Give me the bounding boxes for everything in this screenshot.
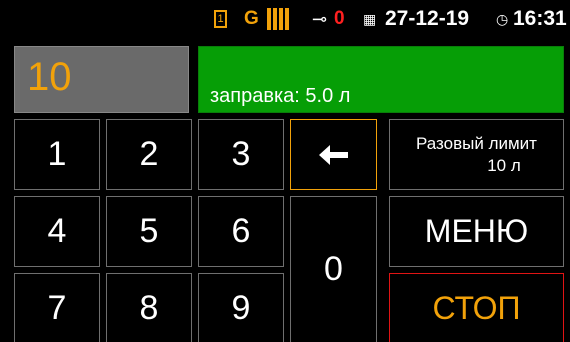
single-limit-value: 10 л <box>487 155 521 175</box>
network-type: G <box>244 8 259 29</box>
error-count: 0 <box>334 8 345 29</box>
power-plug-icon: ⊸ <box>312 8 328 29</box>
clock-icon: ◷ <box>496 10 509 27</box>
calendar-icon: ▦ <box>363 10 377 27</box>
status-bar: 1 G ⊸ 0 ▦ 27-12-19 ◷ 16:31 <box>0 0 570 38</box>
key-5[interactable]: 5 <box>106 196 192 267</box>
status-date: 27-12-19 <box>385 7 470 30</box>
refuel-info-panel: заправка: 5.0 л <box>198 46 564 113</box>
key-4[interactable]: 4 <box>14 196 100 267</box>
single-limit-button[interactable]: Разовый лимит 10 л <box>389 119 564 190</box>
key-9[interactable]: 9 <box>198 273 284 342</box>
key-7[interactable]: 7 <box>14 273 100 342</box>
single-limit-label: Разовый лимит <box>416 133 537 153</box>
key-6[interactable]: 6 <box>198 196 284 267</box>
sim-card-icon: 1 <box>214 10 227 28</box>
stop-button[interactable]: СТОП <box>389 273 564 342</box>
refuel-message: заправка: 5.0 л <box>210 85 351 107</box>
key-1[interactable]: 1 <box>14 119 100 190</box>
key-8[interactable]: 8 <box>106 273 192 342</box>
menu-button[interactable]: МЕНЮ <box>389 196 564 267</box>
key-0[interactable]: 0 <box>290 196 377 342</box>
quantity-value: 10 <box>27 55 72 99</box>
status-time: 16:31 <box>513 7 567 30</box>
signal-bars-icon <box>267 8 291 30</box>
quantity-display: 10 <box>14 46 189 113</box>
backspace-button[interactable] <box>290 119 377 190</box>
key-2[interactable]: 2 <box>106 119 192 190</box>
arrow-left-icon <box>318 144 348 165</box>
sim-slot-number: 1 <box>217 13 224 25</box>
key-3[interactable]: 3 <box>198 119 284 190</box>
